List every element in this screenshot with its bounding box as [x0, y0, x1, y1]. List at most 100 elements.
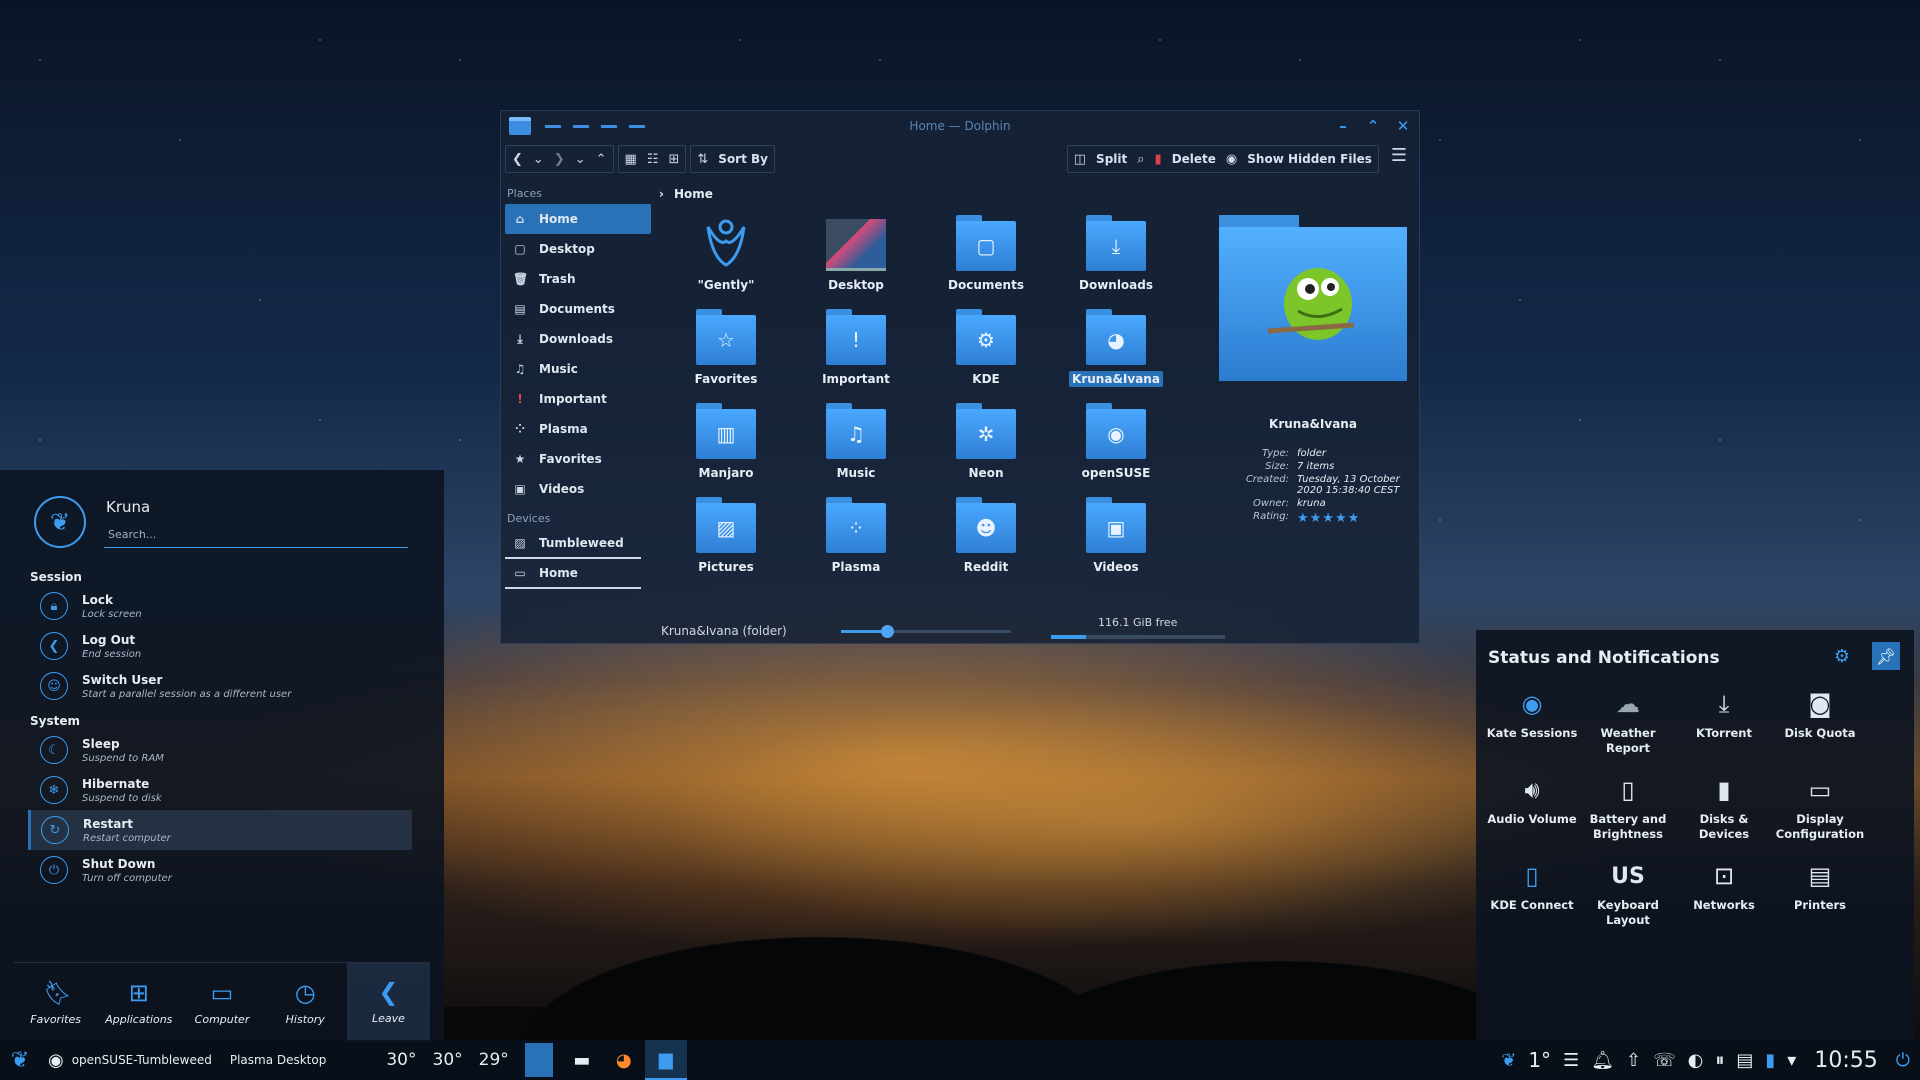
sort-by-button[interactable]: ⇅ Sort By	[690, 145, 775, 173]
place-home[interactable]: ⌂ Home	[505, 204, 651, 234]
gently-logo-icon[interactable]: ❦	[1501, 1050, 1516, 1071]
place-trash[interactable]: 🗑 Trash	[505, 264, 651, 294]
delete-button[interactable]: Delete	[1172, 152, 1216, 166]
hibernate-item[interactable]: ❄ Hibernate Suspend to disk	[30, 770, 414, 810]
folder-app-icon[interactable]	[509, 117, 531, 135]
switch-user-item[interactable]: ☺ Switch User Start a parallel session as …	[30, 666, 414, 706]
place-important[interactable]: ! Important	[505, 384, 651, 414]
tray-item-weather[interactable]: ☁ Weather Report	[1580, 686, 1676, 756]
file-item[interactable]: ▢ Documents	[921, 215, 1051, 293]
place-documents[interactable]: ▤ Documents	[505, 294, 651, 324]
file-item[interactable]: ! Important	[791, 309, 921, 387]
restart-item[interactable]: ↻ Restart Restart computer	[28, 810, 412, 850]
tray-item-battery[interactable]: ▯ Battery and Brightness	[1580, 772, 1676, 842]
file-item[interactable]: ♫ Music	[791, 403, 921, 481]
tab-leave[interactable]: ❮ Leave	[346, 963, 431, 1042]
user-avatar[interactable]: ❦	[34, 496, 86, 548]
file-item[interactable]: "Gently"	[661, 215, 791, 293]
logout-item[interactable]: ❮ Log Out End session	[30, 626, 414, 666]
bell-icon[interactable]: 🔔︎	[1591, 1050, 1614, 1071]
eye-icon[interactable]: ◉	[1226, 152, 1237, 167]
device-home[interactable]: ▭ Home	[505, 559, 641, 589]
power-icon[interactable]: ⏻	[1896, 1050, 1910, 1071]
lock-item[interactable]: 🔒︎ Lock Lock screen	[30, 586, 414, 626]
file-item[interactable]: ◉ openSUSE	[1051, 403, 1181, 481]
fog-icon[interactable]: ☰	[1563, 1050, 1579, 1071]
up-icon[interactable]: ⌃	[596, 152, 607, 167]
pager-desktop-1[interactable]	[524, 1043, 553, 1077]
tray-item-display[interactable]: ▭ Display Configuration	[1772, 772, 1868, 842]
zoom-handle[interactable]	[880, 624, 894, 638]
shutdown-item[interactable]: ⏻ Shut Down Turn off computer	[30, 850, 414, 890]
place-desktop[interactable]: ▢ Desktop	[505, 234, 651, 264]
tab-favorites[interactable]: 🔖︎ Favorites	[14, 963, 97, 1042]
file-item-selected[interactable]: ◕ Kruna&Ivana	[1051, 309, 1181, 387]
tab-history[interactable]: ◷ History	[264, 963, 347, 1042]
compact-view-icon[interactable]: ☷	[647, 152, 659, 167]
tray-item-ktorrent[interactable]: ⤓ KTorrent	[1676, 686, 1772, 756]
weather-temp[interactable]: 1°	[1528, 1048, 1551, 1072]
split-button[interactable]: Split	[1096, 152, 1127, 166]
place-plasma[interactable]: ⁘ Plasma	[505, 414, 651, 444]
file-item[interactable]: ⚙ KDE	[921, 309, 1051, 387]
hamburger-menu-icon[interactable]: ☰	[1391, 145, 1407, 173]
clock[interactable]: 10:55	[1814, 1048, 1877, 1073]
place-downloads[interactable]: ⤓ Downloads	[505, 324, 651, 354]
tab-computer[interactable]: ▭ Computer	[180, 963, 263, 1042]
kde-connect-icon[interactable]: ☏	[1653, 1050, 1676, 1071]
search-input[interactable]: Search...	[104, 526, 408, 548]
clipboard-icon[interactable]: ▤	[1736, 1050, 1753, 1071]
file-item[interactable]: ▣ Videos	[1051, 497, 1181, 575]
back-icon[interactable]: ❮	[512, 152, 523, 167]
forward-icon[interactable]: ❯	[554, 152, 565, 167]
search-icon[interactable]: ⌕	[1137, 152, 1144, 167]
file-item[interactable]: ▥ Manjaro	[661, 403, 791, 481]
breadcrumb-home[interactable]: Home	[674, 187, 713, 201]
details-view-icon[interactable]: ⊞	[668, 152, 679, 167]
file-item[interactable]: ✲ Neon	[921, 403, 1051, 481]
zoom-slider[interactable]	[840, 624, 1011, 638]
tray-item-keyboard[interactable]: US Keyboard Layout	[1580, 858, 1676, 928]
place-favorites[interactable]: ★ Favorites	[505, 444, 651, 474]
launcher-button-gently-icon[interactable]: ❦	[0, 1048, 40, 1073]
breadcrumb[interactable]: › Home	[659, 187, 713, 201]
tray-item-disks[interactable]: ▮ Disks & Devices	[1676, 772, 1772, 842]
file-item[interactable]: Desktop	[791, 215, 921, 293]
file-item[interactable]: ▨ Pictures	[661, 497, 791, 575]
trash-icon[interactable]: ▮	[1155, 152, 1162, 167]
split-icon[interactable]: ◫	[1074, 152, 1086, 167]
place-music[interactable]: ♫ Music	[505, 354, 651, 384]
file-item[interactable]: ⤓ Downloads	[1051, 215, 1181, 293]
usb-drive-icon[interactable]: ▮	[1765, 1050, 1775, 1071]
task-firefox-icon[interactable]: ◕	[603, 1040, 645, 1080]
pin-icon[interactable]: 📌︎	[1872, 642, 1900, 670]
show-hidden-files-button[interactable]: Show Hidden Files	[1247, 152, 1372, 166]
tray-item-printers[interactable]: ▤ Printers	[1772, 858, 1868, 928]
tray-item-networks[interactable]: ⊡ Networks	[1676, 858, 1772, 928]
display-icon[interactable]: ◐	[1688, 1050, 1704, 1071]
tray-item-disk-quota[interactable]: ◙ Disk Quota	[1772, 686, 1868, 756]
sleep-item[interactable]: ☾ Sleep Suspend to RAM	[30, 730, 414, 770]
tab-applications[interactable]: ⊞ Applications	[97, 963, 180, 1042]
file-item[interactable]: ⁘ Plasma	[791, 497, 921, 575]
place-videos[interactable]: ▣ Videos	[505, 474, 651, 504]
minimize-icon[interactable]: –	[1335, 117, 1351, 135]
update-icon[interactable]: ⇧	[1626, 1050, 1641, 1071]
gear-icon[interactable]: ⚙	[1834, 646, 1850, 667]
chevron-down-icon[interactable]: ⌄	[575, 152, 586, 167]
tray-item-audio[interactable]: 🔊︎ Audio Volume	[1484, 772, 1580, 842]
maximize-icon[interactable]: ⌃	[1365, 117, 1381, 135]
task-dolphin-icon[interactable]: ▆	[644, 1040, 687, 1080]
chevron-down-icon[interactable]: ▾	[1787, 1050, 1796, 1071]
rating-stars[interactable]: ★★★★★	[1293, 510, 1413, 527]
titlebar[interactable]: Home — Dolphin – ⌃ ✕	[501, 111, 1419, 141]
close-icon[interactable]: ✕	[1395, 117, 1411, 135]
tray-item-kde-connect[interactable]: ▯ KDE Connect	[1484, 858, 1580, 928]
icons-view-icon[interactable]: ▦	[625, 152, 637, 167]
file-item[interactable]: ☆ Favorites	[661, 309, 791, 387]
tray-item-kate-sessions[interactable]: ◉ Kate Sessions	[1484, 686, 1580, 756]
file-item[interactable]: ☻ Reddit	[921, 497, 1051, 575]
device-tumbleweed[interactable]: ▨ Tumbleweed	[505, 529, 641, 559]
chevron-down-icon[interactable]: ⌄	[533, 152, 544, 167]
media-pause-icon[interactable]: ⏸	[1715, 1050, 1724, 1071]
